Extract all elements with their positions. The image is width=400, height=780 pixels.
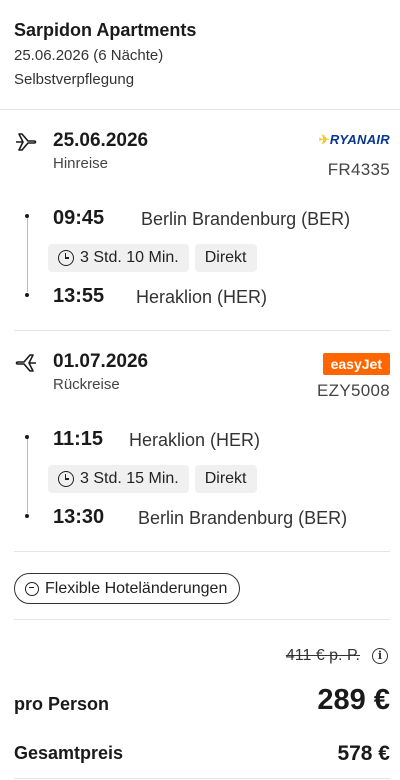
timeline-line [27,216,28,292]
inbound-label: Rückreise [53,376,120,393]
divider [14,778,390,779]
stops-chip: Direkt [194,465,257,493]
departure-dot [25,435,29,439]
hotel-summary: Sarpidon Apartments 25.06.2026 (6 Nächte… [0,0,400,110]
inbound-arrival-airport: Berlin Brandenburg (BER) [138,508,348,528]
outbound-date: 25.06.2026 [53,130,149,151]
outbound-flight-number: FR4335 [327,160,390,179]
plane-arrival-icon [15,354,36,372]
per-person-label: pro Person [14,694,110,714]
price-summary: 411 € p. P. i pro Person 289 € Gesamtpre… [14,620,390,780]
easyjet-logo: easyJet [322,353,390,375]
inbound-flight-info: 3 Std. 15 Min. Direkt [48,465,257,493]
stay-dates: 25.06.2026 (6 Nächte) [14,47,164,64]
duration-chip: 3 Std. 15 Min. [48,465,189,493]
flexible-hotel-changes-label: Flexible Hoteländerungen [45,579,228,597]
outbound-label: Hinreise [53,155,109,172]
duration-chip: 3 Std. 10 Min. [48,244,189,272]
inbound-departure-time: 11:15 [53,428,104,450]
outbound-departure-airport: Berlin Brandenburg (BER) [141,209,351,229]
departure-dot [25,214,29,218]
inbound-arrival-time: 13:30 [53,506,105,528]
plane-departure-icon [16,133,37,151]
old-price: 411 € p. P. [285,647,360,664]
arrival-dot [25,293,29,297]
clock-icon [58,471,74,487]
ryanair-logo: ✈RYANAIR [318,132,390,147]
timeline-line [27,437,28,513]
outbound-departure-time: 09:45 [53,207,105,229]
outbound-flight-info: 3 Std. 10 Min. Direkt [48,244,257,272]
flexible-changes-row: Flexible Hoteländerungen [14,554,390,620]
inbound-leg: 01.07.2026 Rückreise easyJet EZY5008 11:… [14,331,390,552]
info-icon[interactable]: i [372,648,388,664]
inbound-flight-number: EZY5008 [317,381,390,400]
total-price-label: Gesamtpreis [14,743,124,763]
board-type: Selbstverpflegung [14,71,135,88]
flexible-hotel-changes-button[interactable]: Flexible Hoteländerungen [14,573,241,604]
flexible-icon [25,581,39,596]
outbound-leg: 25.06.2026 Hinreise ✈RYANAIR FR4335 09:4… [14,110,390,331]
total-price: 578 € [337,742,390,765]
hotel-name: Sarpidon Apartments [14,20,197,40]
outbound-arrival-time: 13:55 [53,285,105,307]
outbound-arrival-airport: Heraklion (HER) [136,287,268,307]
per-person-price: 289 € [317,684,390,716]
inbound-date: 01.07.2026 [53,351,149,372]
clock-icon [58,250,74,266]
inbound-departure-airport: Heraklion (HER) [129,430,261,450]
stops-chip: Direkt [194,244,257,272]
arrival-dot [25,514,29,518]
